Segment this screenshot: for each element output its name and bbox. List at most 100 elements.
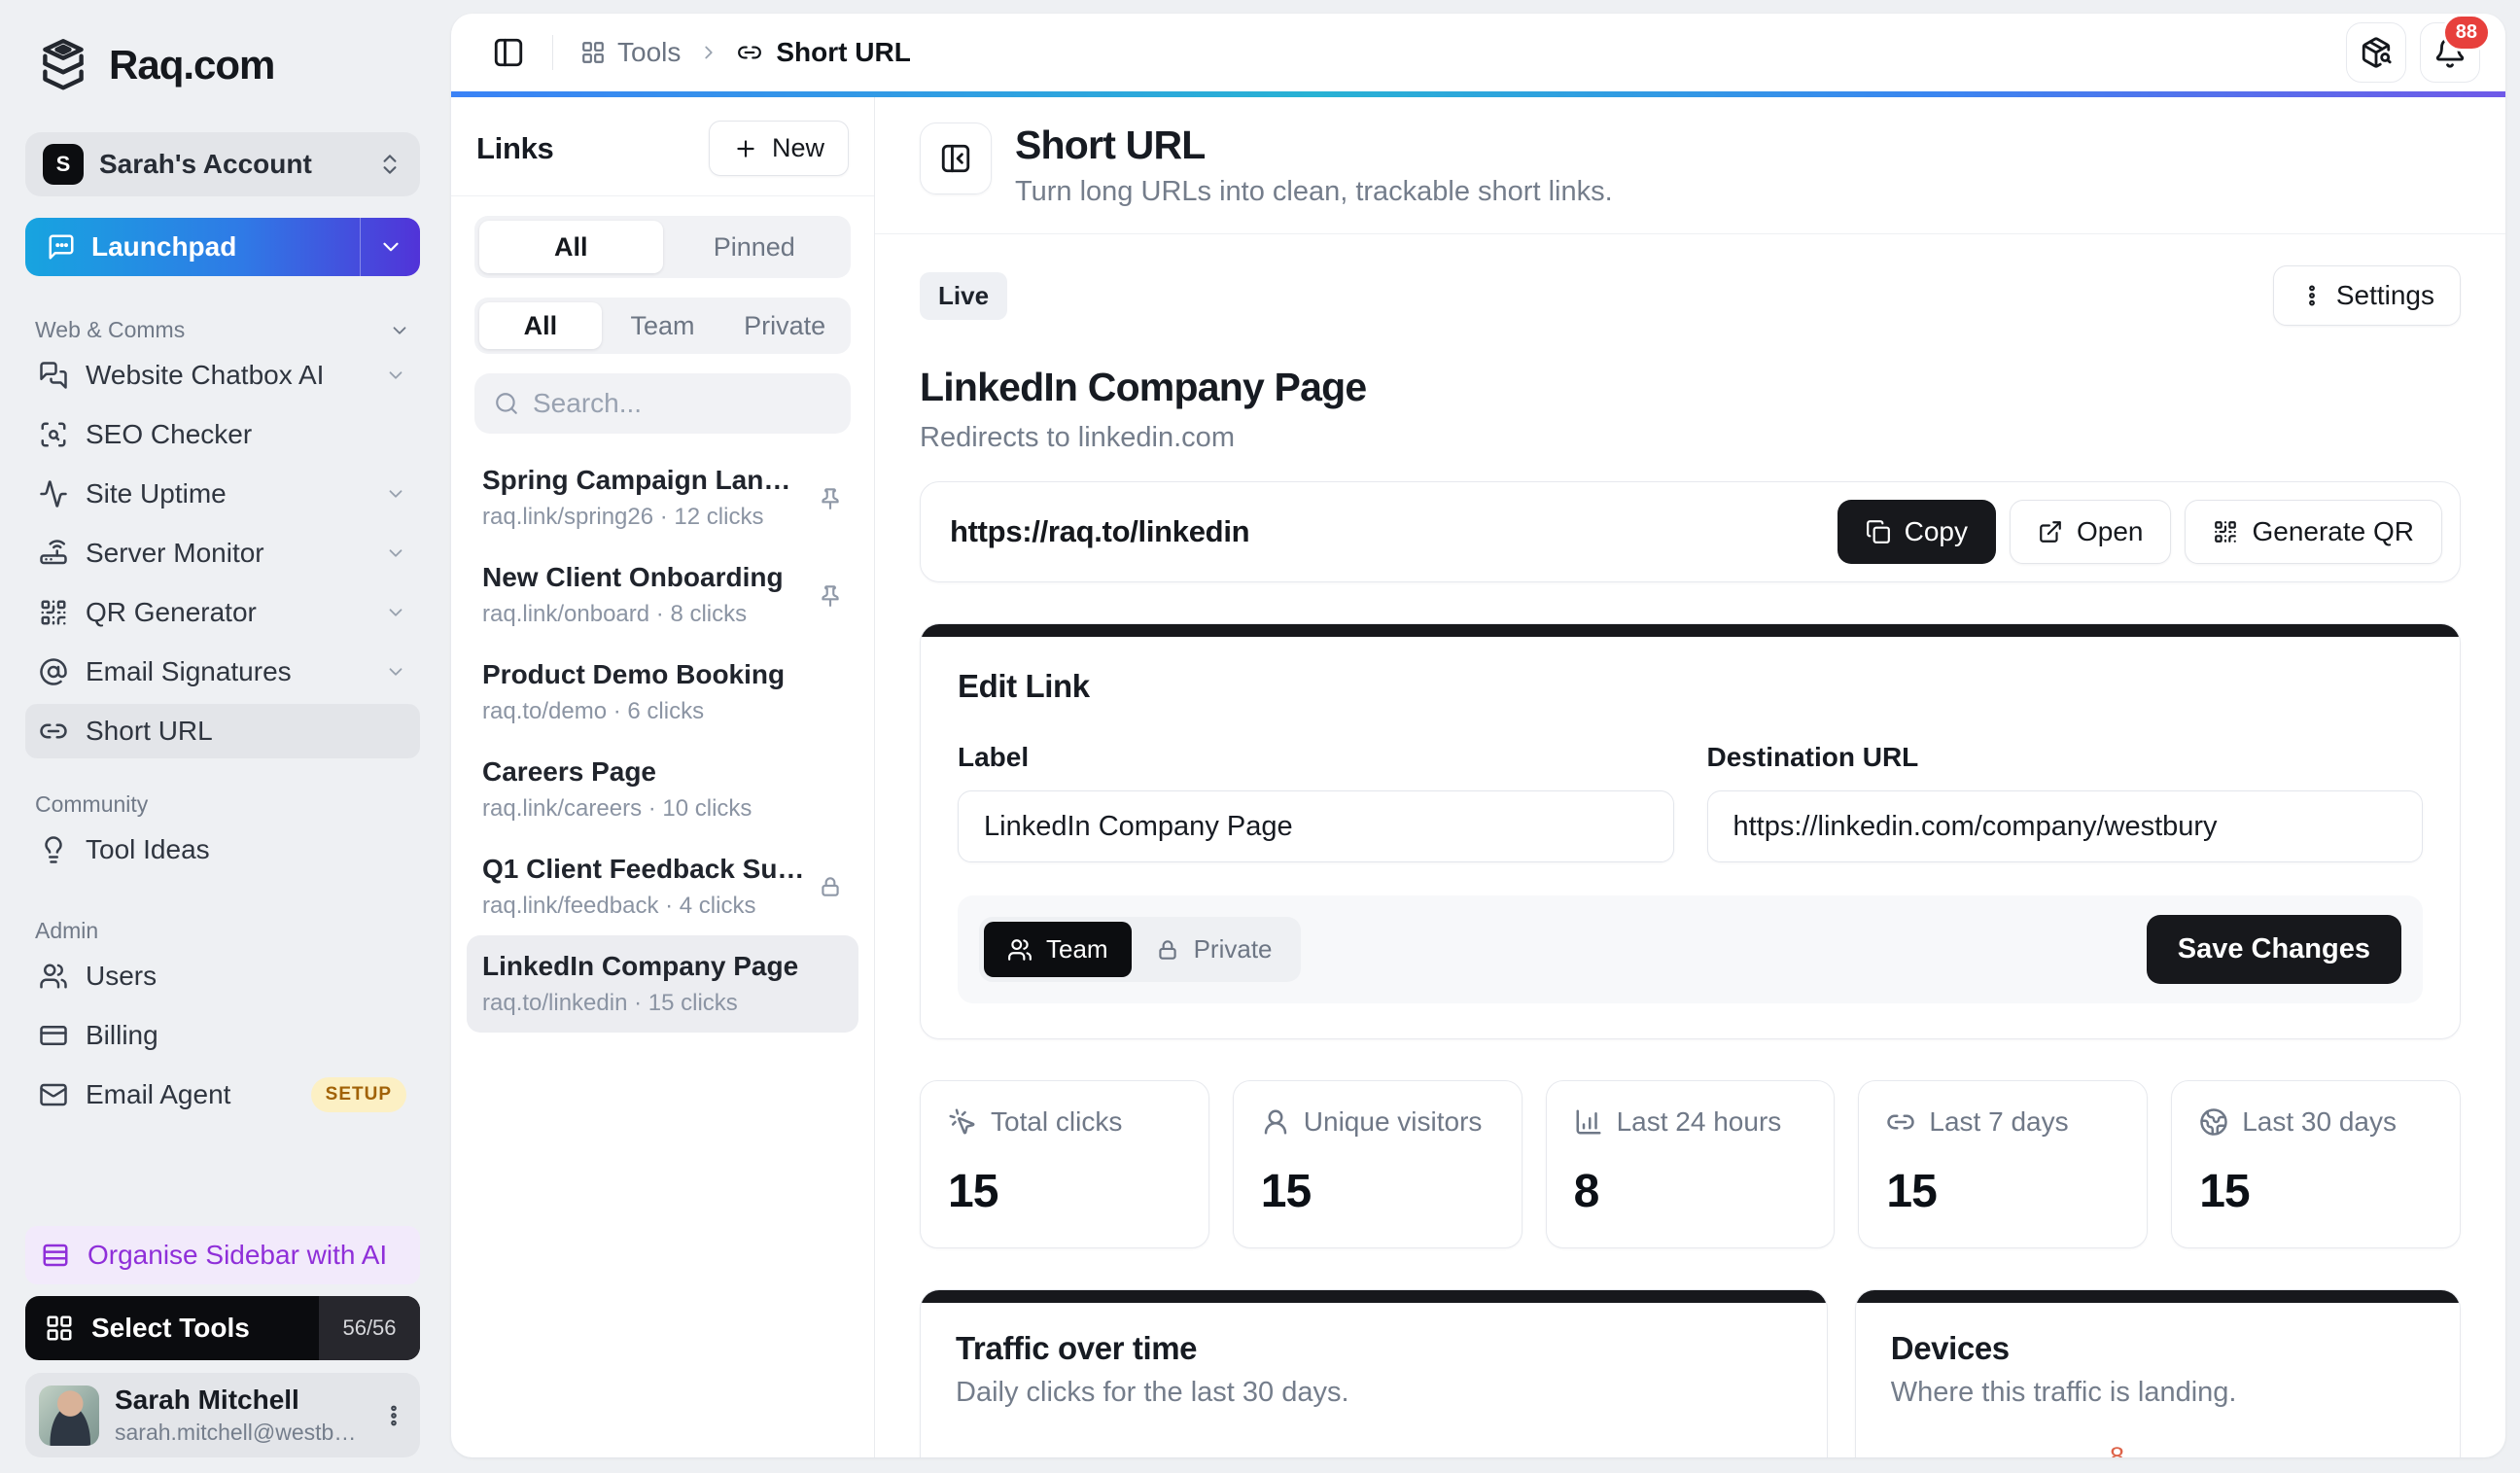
search-box[interactable] (474, 373, 851, 434)
sidebar-item-label: Users (86, 961, 406, 992)
chart-title: Traffic over time (956, 1330, 1792, 1367)
profile-name: Sarah Mitchell (115, 1385, 366, 1416)
generate-qr-label: Generate QR (2252, 516, 2414, 547)
launchpad-main[interactable]: Launchpad (25, 218, 360, 276)
users-icon (1007, 937, 1032, 963)
account-switcher[interactable]: S Sarah's Account (25, 132, 420, 196)
links-panel: Links New All Pinned All Team Private (451, 97, 875, 1457)
list-item[interactable]: New Client Onboarding raq.link/onboard ·… (467, 546, 858, 644)
sidebar-item-email-agent[interactable]: Email Agent SETUP (25, 1068, 420, 1122)
settings-button[interactable]: Settings (2273, 265, 2461, 326)
breadcrumb-tools[interactable]: Tools (580, 37, 681, 68)
sidebar-item-website-chatbox-ai[interactable]: Website Chatbox AI (25, 348, 420, 403)
select-tools-count: 56/56 (319, 1296, 420, 1360)
tab-pinned[interactable]: Pinned (663, 221, 847, 273)
kebab-menu-icon[interactable] (381, 1403, 406, 1428)
launchpad-caret[interactable] (360, 218, 420, 276)
team-label: Team (1046, 934, 1108, 964)
stat-label: Unique visitors (1304, 1106, 1483, 1138)
launchpad-button[interactable]: Launchpad (25, 218, 420, 276)
sidebar-item-site-uptime[interactable]: Site Uptime (25, 467, 420, 521)
package-search-icon (2360, 36, 2393, 69)
notifications-button[interactable]: 88 (2420, 22, 2480, 83)
globe-icon (2199, 1107, 2228, 1137)
list-item-selected[interactable]: LinkedIn Company Page raq.to/linkedin · … (467, 935, 858, 1033)
chevron-down-icon (385, 483, 406, 505)
sidebar-spacer (25, 1122, 420, 1226)
edit-card-body: Edit Link Label Destination URL (921, 637, 2460, 1038)
sidebar-item-qr-generator[interactable]: QR Generator (25, 585, 420, 640)
copy-button[interactable]: Copy (1838, 500, 1996, 564)
chevron-right-icon (698, 42, 719, 63)
list-item[interactable]: Spring Campaign Landing P... raq.link/sp… (467, 449, 858, 546)
launchpad-label: Launchpad (91, 231, 236, 263)
tab-scope-private[interactable]: Private (723, 302, 846, 349)
scan-search-icon (39, 420, 68, 449)
devices-chart-card: Devices Where this traffic is landing. 8 (1855, 1289, 2461, 1457)
open-button[interactable]: Open (2010, 500, 2172, 564)
new-link-button[interactable]: New (709, 121, 849, 176)
save-changes-button[interactable]: Save Changes (2147, 915, 2401, 984)
divider (451, 195, 874, 196)
sidebar-item-tool-ideas[interactable]: Tool Ideas (25, 823, 420, 877)
stat-card-last-7-days: Last 7 days 15 (1858, 1080, 2148, 1248)
label-field[interactable] (958, 790, 1674, 862)
topbar-divider (552, 35, 553, 70)
external-link-icon (2038, 519, 2063, 544)
list-item[interactable]: Careers Page raq.link/careers · 10 click… (467, 741, 858, 838)
list-item-text: New Client Onboarding raq.link/onboard ·… (482, 562, 806, 628)
list-item-text: Careers Page raq.link/careers · 10 click… (482, 756, 843, 823)
link-meta: raq.link/spring26 · 12 clicks (482, 504, 806, 531)
chart-card-accent (1856, 1290, 2460, 1303)
tab-scope-team[interactable]: Team (602, 302, 724, 349)
sidebar-item-label: SEO Checker (86, 419, 406, 450)
tab-scope-all[interactable]: All (479, 302, 602, 349)
sidebar-item-billing[interactable]: Billing (25, 1008, 420, 1063)
link-icon (1886, 1107, 1915, 1137)
panel-left-close-icon (939, 142, 972, 175)
tool-header-text: Short URL Turn long URLs into clean, tra… (1015, 123, 1613, 208)
section-admin: Admin (25, 918, 420, 944)
chart-title: Devices (1891, 1330, 2425, 1367)
organise-sidebar-ai-button[interactable]: Organise Sidebar with AI (25, 1226, 420, 1284)
settings-label: Settings (2336, 280, 2434, 311)
brand-name: Raq.com (109, 42, 274, 88)
tab-all[interactable]: All (479, 221, 663, 273)
copy-icon (1866, 519, 1891, 544)
section-label: Web & Comms (35, 317, 185, 343)
filter-tabs: All Pinned (474, 216, 851, 278)
stat-card-total-clicks: Total clicks 15 (920, 1080, 1209, 1248)
stat-header: Last 7 days (1886, 1106, 2119, 1138)
link-icon (737, 40, 762, 65)
sidebar-item-users[interactable]: Users (25, 949, 420, 1003)
traffic-chart-body: Traffic over time Daily clicks for the l… (921, 1303, 1827, 1457)
generate-qr-button[interactable]: Generate QR (2185, 500, 2442, 564)
sidebar-item-seo-checker[interactable]: SEO Checker (25, 407, 420, 462)
edit-link-card: Edit Link Label Destination URL (920, 623, 2461, 1039)
select-tools-main[interactable]: Select Tools (25, 1296, 319, 1360)
destination-field-group: Destination URL (1707, 742, 2424, 862)
edit-link-title: Edit Link (958, 668, 2423, 705)
sidebar-item-server-monitor[interactable]: Server Monitor (25, 526, 420, 580)
stat-value: 15 (1261, 1165, 1494, 1218)
stat-header: Total clicks (948, 1106, 1181, 1138)
sidebar-toggle-button[interactable] (492, 36, 525, 69)
visibility-team-option[interactable]: Team (984, 922, 1132, 977)
search-input[interactable] (533, 388, 884, 419)
package-search-button[interactable] (2346, 22, 2406, 83)
select-tools-label: Select Tools (91, 1313, 250, 1344)
select-tools-button[interactable]: Select Tools 56/56 (25, 1296, 420, 1360)
content-row: Links New All Pinned All Team Private (451, 97, 2505, 1457)
sidebar-item-label: Email Agent (86, 1079, 294, 1110)
lock-icon (818, 874, 843, 899)
destination-url-field[interactable] (1707, 790, 2424, 862)
sidebar-item-label: Short URL (86, 716, 406, 747)
sidebar-item-email-signatures[interactable]: Email Signatures (25, 645, 420, 699)
profile-card[interactable]: Sarah Mitchell sarah.mitchell@westbur... (25, 1373, 420, 1457)
stat-label: Total clicks (991, 1106, 1122, 1138)
list-item[interactable]: Product Demo Booking raq.to/demo · 6 cli… (467, 644, 858, 741)
sidebar-item-short-url[interactable]: Short URL (25, 704, 420, 758)
section-web-comms[interactable]: Web & Comms (25, 317, 420, 343)
list-item[interactable]: Q1 Client Feedback Survey raq.link/feedb… (467, 838, 858, 935)
visibility-private-option[interactable]: Private (1132, 922, 1296, 977)
